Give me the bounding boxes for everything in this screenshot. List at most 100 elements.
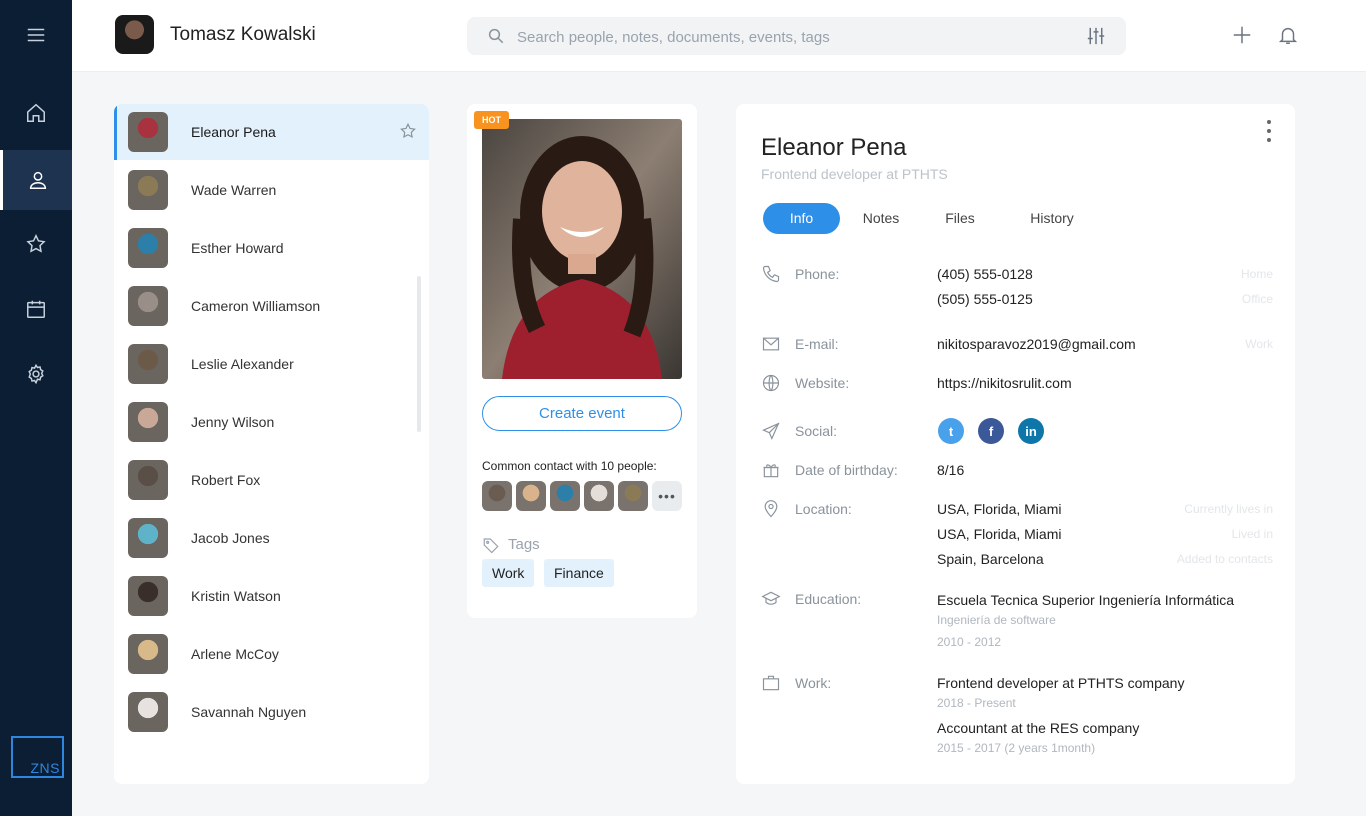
- common-contact-avatar[interactable]: [584, 481, 614, 511]
- contact-avatar: [128, 576, 168, 616]
- contact-role: Frontend developer at PTHTS: [761, 166, 948, 182]
- left-rail: ZNS: [0, 0, 72, 816]
- contact-list: Eleanor Pena Wade Warren Esther Howard Came…: [114, 104, 429, 784]
- contact-avatar: [128, 460, 168, 500]
- contact-name: Eleanor Pena: [761, 134, 907, 161]
- profile-photo: [482, 119, 682, 379]
- location-pin-icon: [761, 499, 781, 519]
- work-1-years: 2018 - Present: [937, 696, 1016, 710]
- notifications-button[interactable]: [1277, 24, 1299, 46]
- contact-list-item[interactable]: Kristin Watson: [114, 568, 429, 624]
- phone-value-1[interactable]: (405) 555-0128: [937, 266, 1033, 282]
- contact-avatar: [128, 344, 168, 384]
- contact-list-item[interactable]: Eleanor Pena: [114, 104, 429, 160]
- work-2-years: 2015 - 2017 (2 years 1month): [937, 741, 1096, 755]
- phone-note-1: Home: [1240, 267, 1273, 281]
- common-contact-avatar[interactable]: [482, 481, 512, 511]
- contact-name-label: Esther Howard: [191, 240, 284, 256]
- website-value[interactable]: https://nikitosrulit.com: [937, 375, 1072, 391]
- linkedin-icon[interactable]: in: [1018, 418, 1044, 444]
- contact-name-label: Wade Warren: [191, 182, 277, 198]
- calendar-icon: [27, 300, 45, 318]
- education-years: 2010 - 2012: [937, 635, 1002, 649]
- contact-list-item[interactable]: Cameron Williamson: [114, 278, 429, 334]
- user-avatar[interactable]: [115, 15, 154, 54]
- contact-list-item[interactable]: Esther Howard: [114, 220, 429, 276]
- tab-notes[interactable]: Notes: [850, 203, 912, 234]
- profile-photo-image: [482, 119, 682, 379]
- contact-list-item[interactable]: Leslie Alexander: [114, 336, 429, 392]
- contact-name-label: Leslie Alexander: [191, 356, 294, 372]
- contact-name-label: Eleanor Pena: [191, 124, 276, 140]
- contact-name-label: Jenny Wilson: [191, 414, 275, 430]
- user-name: Tomasz Kowalski: [170, 24, 316, 45]
- top-header: Tomasz Kowalski: [72, 0, 1366, 72]
- rail-item-home[interactable]: [0, 83, 72, 143]
- more-options-icon[interactable]: [1264, 120, 1274, 142]
- contact-list-item[interactable]: Wade Warren: [114, 162, 429, 218]
- tab-history[interactable]: History: [1017, 203, 1087, 234]
- contact-name-label: Savannah Nguyen: [191, 704, 307, 720]
- contact-list-item[interactable]: Arlene McCoy: [114, 626, 429, 682]
- add-button[interactable]: [1231, 24, 1253, 46]
- contacts-icon: [29, 171, 46, 189]
- rail-item-contacts[interactable]: [0, 150, 72, 210]
- mail-icon: [761, 334, 781, 354]
- birthday-label: Date of birthday:: [795, 462, 898, 478]
- contact-name-label: Cameron Williamson: [191, 298, 321, 314]
- contact-name-label: Arlene McCoy: [191, 646, 279, 662]
- hamburger-icon: [27, 28, 45, 42]
- contact-list-item[interactable]: Jenny Wilson: [114, 394, 429, 450]
- contact-list-item[interactable]: Savannah Nguyen: [114, 684, 429, 740]
- rail-item-calendar[interactable]: [0, 279, 72, 339]
- contact-list-item[interactable]: Jacob Jones: [114, 510, 429, 566]
- search-bar: [467, 17, 1126, 55]
- facebook-icon[interactable]: f: [978, 418, 1004, 444]
- common-contacts-label: Common contact with 10 people:: [482, 459, 657, 473]
- favorite-star-icon[interactable]: [399, 122, 417, 140]
- tag-work[interactable]: Work: [482, 559, 535, 587]
- briefcase-icon: [761, 673, 781, 693]
- menu-button[interactable]: [0, 5, 72, 65]
- tag-icon: [483, 538, 499, 554]
- gift-icon: [761, 460, 781, 480]
- education-label: Education:: [795, 591, 862, 607]
- email-note: Work: [1245, 337, 1273, 351]
- rail-item-settings[interactable]: [0, 344, 72, 404]
- filter-icon[interactable]: [1086, 27, 1106, 45]
- education-value: Escuela Tecnica Superior Ingeniería Info…: [937, 592, 1235, 608]
- star-icon: [26, 234, 46, 253]
- work-label: Work:: [795, 675, 832, 691]
- common-contact-avatar[interactable]: [516, 481, 546, 511]
- create-event-button[interactable]: Create event: [482, 396, 682, 431]
- phone-icon: [761, 264, 781, 284]
- location-note-2: Lived in: [1231, 527, 1273, 541]
- contact-avatar: [128, 170, 168, 210]
- location-value-2: USA, Florida, Miami: [937, 526, 1062, 542]
- tags-label: Tags: [508, 536, 540, 553]
- rail-item-favorites[interactable]: [0, 214, 72, 274]
- more-contacts-button[interactable]: •••: [652, 481, 682, 511]
- list-scrollbar[interactable]: [417, 276, 421, 432]
- contact-avatar: [128, 402, 168, 442]
- tab-info[interactable]: Info: [763, 203, 840, 234]
- contact-list-item[interactable]: Robert Fox: [114, 452, 429, 508]
- app-logo: ZNS: [11, 736, 64, 778]
- phone-note-2: Office: [1241, 292, 1273, 306]
- email-value[interactable]: nikitosparavoz2019@gmail.com: [937, 336, 1136, 352]
- tab-files[interactable]: Files: [933, 203, 987, 234]
- common-contact-avatar[interactable]: [550, 481, 580, 511]
- work-2: Accountant at the RES company: [937, 720, 1140, 736]
- twitter-icon[interactable]: t: [938, 418, 964, 444]
- search-input[interactable]: [517, 26, 1077, 48]
- contact-avatar: [128, 112, 168, 152]
- phone-value-2[interactable]: (505) 555-0125: [937, 291, 1033, 307]
- hot-badge: HOT: [474, 111, 509, 129]
- common-contact-avatar[interactable]: [618, 481, 648, 511]
- contact-name-label: Kristin Watson: [191, 588, 281, 604]
- email-label: E-mail:: [795, 336, 839, 352]
- contact-avatar: [128, 634, 168, 674]
- globe-icon: [761, 373, 781, 393]
- tag-finance[interactable]: Finance: [544, 559, 614, 587]
- education-sub: Ingeniería de software: [937, 613, 1056, 627]
